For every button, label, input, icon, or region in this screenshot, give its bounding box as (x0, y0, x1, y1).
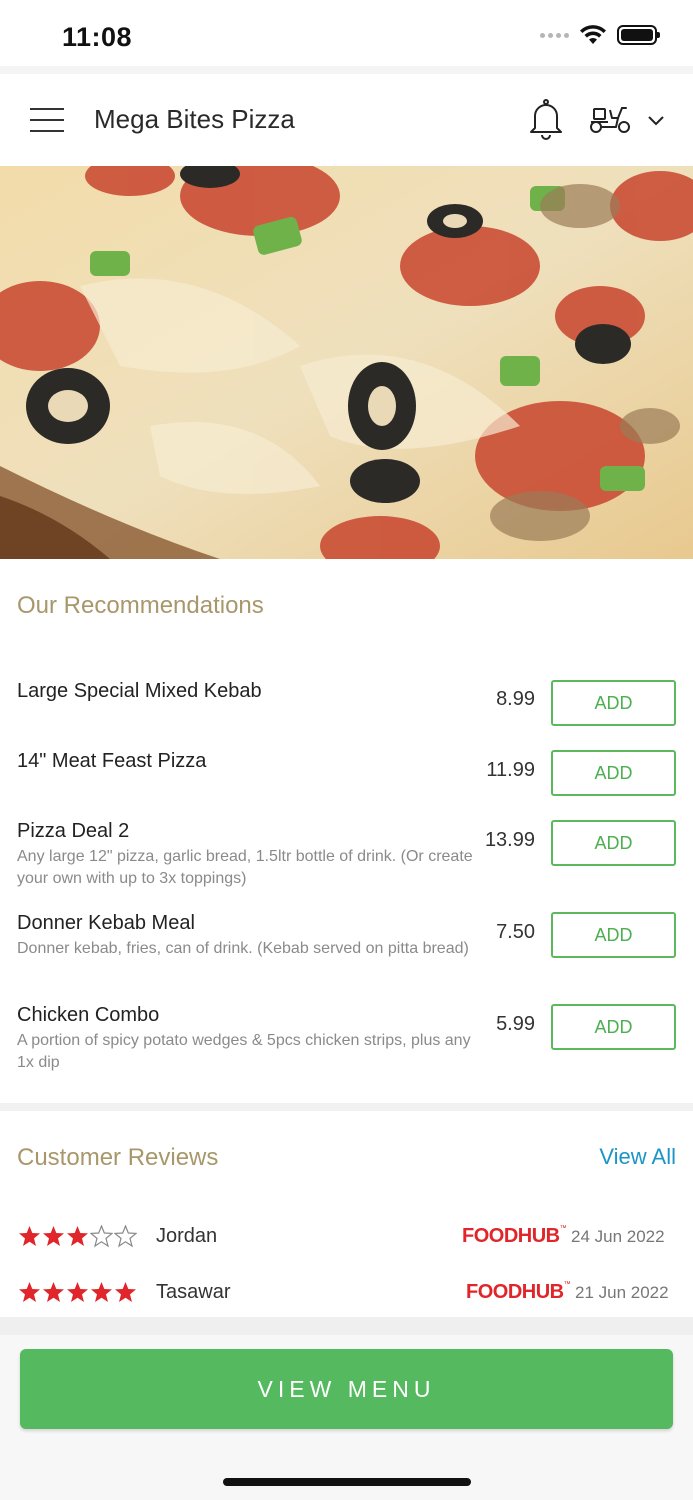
review-row: Tasawar FOODHUB™ 21 Jun 2022 (0, 1281, 693, 1311)
battery-icon (617, 25, 660, 45)
item-price: 5.99 (496, 1013, 535, 1035)
item-description: Donner kebab, fries, can of drink. (Keba… (17, 940, 469, 957)
star-filled-icon (115, 1282, 136, 1302)
add-button[interactable]: ADD (551, 912, 676, 958)
star-filled-icon (67, 1226, 88, 1246)
add-button[interactable]: ADD (551, 750, 676, 796)
review-date: 21 Jun 2022 (575, 1283, 669, 1302)
hero-pizza-image (0, 166, 693, 559)
recommendations-title: Our Recommendations (17, 592, 264, 619)
star-filled-icon (91, 1282, 112, 1302)
item-description: Any large 12" pizza, garlic bread, 1.5lt… (17, 848, 473, 887)
cellular-signal-icon (540, 32, 569, 38)
star-empty-icon (114, 1225, 137, 1248)
home-indicator[interactable] (223, 1478, 471, 1486)
add-button[interactable]: ADD (551, 680, 676, 726)
app-header: Mega Bites Pizza (0, 74, 693, 166)
item-price: 11.99 (486, 759, 535, 781)
star-filled-icon (67, 1282, 88, 1302)
item-name: Large Special Mixed Kebab (17, 680, 262, 702)
star-filled-icon (19, 1282, 40, 1302)
scooter-icon[interactable] (588, 100, 632, 136)
item-name: Donner Kebab Meal (17, 912, 195, 934)
pizza-illustration (0, 166, 693, 559)
view-menu-button[interactable]: VIEW MENU (20, 1349, 673, 1429)
star-filled-icon (43, 1282, 64, 1302)
status-icons (540, 24, 660, 46)
star-filled-icon (43, 1226, 64, 1246)
review-row: Jordan FOODHUB™ 24 Jun 2022 (0, 1225, 693, 1255)
bell-icon[interactable] (526, 98, 566, 140)
reviewer-name: Jordan (156, 1225, 218, 1247)
reviews-title: Customer Reviews (17, 1144, 219, 1171)
star-rating (18, 1225, 137, 1248)
status-bar: 11:08 (0, 0, 693, 66)
status-time: 11:08 (62, 22, 133, 52)
reviewer-name: Tasawar (156, 1281, 231, 1303)
footer-divider (0, 1317, 693, 1335)
chevron-down-icon[interactable] (646, 114, 666, 128)
item-price: 13.99 (484, 829, 535, 851)
header-divider (0, 66, 693, 74)
restaurant-title: Mega Bites Pizza (94, 104, 295, 134)
wifi-icon (580, 25, 606, 44)
item-price: 7.50 (496, 921, 535, 943)
item-name: Pizza Deal 2 (17, 820, 130, 842)
item-name: Chicken Combo (17, 1004, 160, 1026)
section-divider (0, 1103, 693, 1111)
foodhub-logo: FOODHUB™ (462, 1225, 567, 1247)
star-empty-icon (90, 1225, 113, 1248)
star-filled-icon (19, 1226, 40, 1246)
star-rating (18, 1281, 137, 1304)
view-all-link[interactable]: View All (599, 1144, 676, 1170)
foodhub-logo: FOODHUB™ (466, 1281, 571, 1303)
item-description: A portion of spicy potato wedges & 5pcs … (17, 1032, 471, 1071)
add-button[interactable]: ADD (551, 1004, 676, 1050)
item-price: 8.99 (496, 688, 535, 710)
review-date: 24 Jun 2022 (571, 1227, 665, 1246)
item-name: 14" Meat Feast Pizza (17, 750, 207, 772)
hamburger-menu-icon[interactable] (30, 108, 64, 132)
add-button[interactable]: ADD (551, 820, 676, 866)
